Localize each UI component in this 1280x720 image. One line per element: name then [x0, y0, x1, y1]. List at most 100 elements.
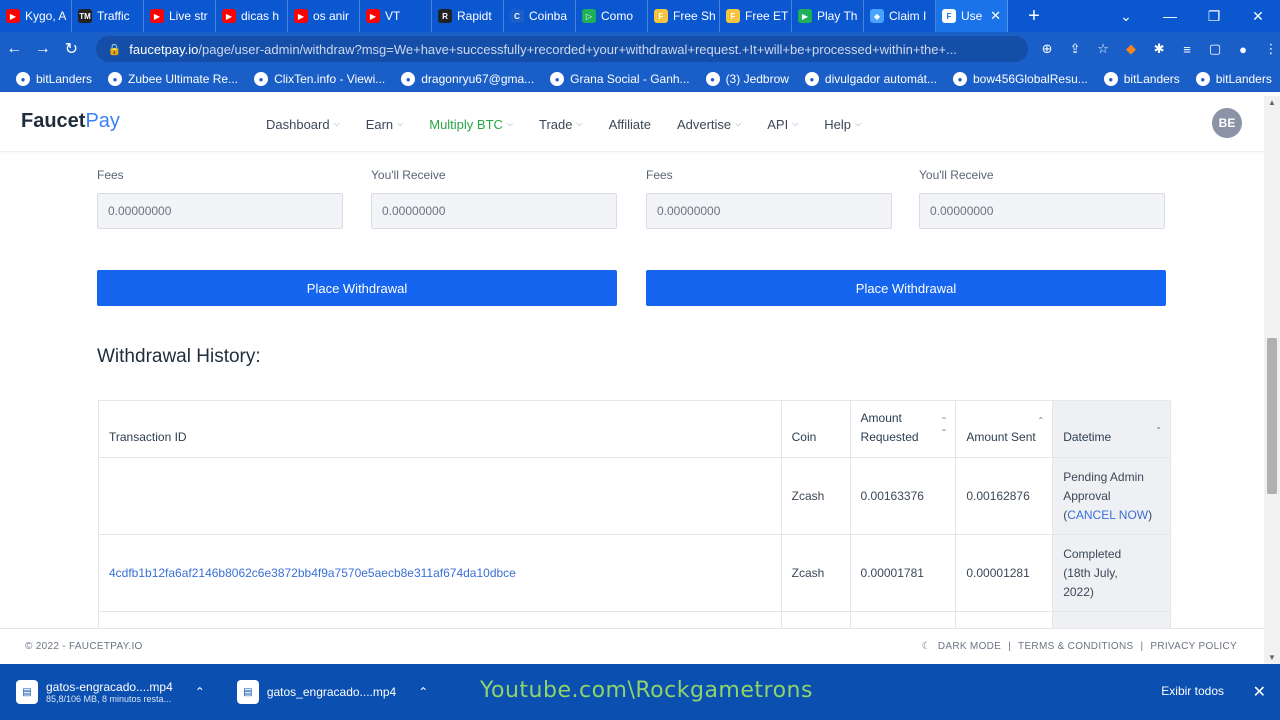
bookmark-label: Zubee Ultimate Re...	[128, 72, 239, 86]
header-coin[interactable]: Coin	[782, 401, 851, 457]
sort-desc-icon[interactable]: ⌄	[1155, 423, 1162, 431]
bookmark-favicon-icon: ●	[1195, 72, 1210, 86]
download-item-1[interactable]: ▤ gatos-engracado....mp4 85,8/106 MB, 8 …	[0, 664, 221, 720]
metamask-icon[interactable]: ◆	[1122, 40, 1140, 58]
bookmark-label: ClixTen.info - Viewi...	[274, 72, 386, 86]
browser-tab[interactable]: TM Traffic	[72, 0, 144, 32]
menu-earn[interactable]: Earn ⌵	[366, 117, 404, 132]
share-icon[interactable]: ⇪	[1066, 40, 1084, 58]
avatar[interactable]: BE	[1212, 108, 1242, 138]
left-receive-field: 0.00000000	[371, 193, 617, 229]
tab-favicon-icon: C	[510, 9, 524, 23]
right-place-withdrawal-button[interactable]: Place Withdrawal	[646, 270, 1166, 306]
bookmark-item[interactable]: ● Grana Social - Ganh...	[542, 72, 697, 86]
scroll-down-icon[interactable]: ▼	[1268, 653, 1276, 662]
chevron-up-icon[interactable]: ⌃	[418, 685, 428, 699]
privacy-link[interactable]: PRIVACY POLICY	[1150, 641, 1237, 652]
download-item-2[interactable]: ▤ gatos_engracado....mp4 ⌃	[221, 664, 444, 720]
scrollbar-thumb[interactable]	[1267, 338, 1277, 494]
dark-mode-link[interactable]: DARK MODE	[938, 641, 1001, 652]
browser-tab[interactable]: ◆ Claim I	[864, 0, 936, 32]
bookmark-favicon-icon: ●	[1103, 72, 1118, 86]
chevron-up-icon[interactable]: ⌃	[195, 685, 205, 699]
close-window-button[interactable]: ✕	[1236, 8, 1280, 25]
menu-advertise[interactable]: Advertise ⌵	[677, 117, 741, 132]
bookmark-item[interactable]: ● dragonryu67@gma...	[393, 72, 542, 86]
bookmark-item[interactable]: ● bow456GlobalResu...	[945, 72, 1096, 86]
restore-button[interactable]: ❐	[1192, 8, 1236, 25]
divider: |	[1008, 641, 1012, 652]
browser-tab[interactable]: R Rapidt	[432, 0, 504, 32]
tab-favicon-icon: R	[438, 9, 452, 23]
browser-tab[interactable]: ▶ VT	[360, 0, 432, 32]
logo-text-a: Faucet	[21, 110, 86, 132]
browser-tab[interactable]: ▶ Live str	[144, 0, 216, 32]
bookmark-item[interactable]: ● bitLanders	[1188, 72, 1280, 86]
install-icon[interactable]: ⊕	[1038, 40, 1056, 58]
menu-dashboard-label: Dashboard	[266, 116, 330, 132]
scroll-up-icon[interactable]: ▲	[1268, 98, 1276, 107]
reading-list-icon[interactable]: ≡	[1178, 40, 1196, 58]
forward-icon[interactable]: →	[29, 40, 58, 58]
row2-status-line2: (18th July,	[1063, 565, 1118, 580]
tab-search-icon[interactable]: ⌄	[1104, 8, 1148, 25]
tab-label: Traffic	[97, 9, 130, 23]
side-panel-icon[interactable]: ▢	[1206, 40, 1224, 58]
bookmark-label: bitLanders	[1215, 72, 1272, 86]
header-datetime[interactable]: Datetime ⌄	[1053, 401, 1170, 457]
header-amount-sent[interactable]: Amount Sent ⌃	[956, 401, 1054, 457]
row2-datetime: Completed (18th July, 2022)	[1053, 535, 1170, 611]
browser-menu-icon[interactable]: ⋮	[1262, 40, 1280, 58]
menu-multiply-btc[interactable]: Multiply BTC ⌵	[429, 117, 513, 132]
header-amount-sent-label: Amount Sent	[966, 430, 1036, 444]
bookmark-item[interactable]: ● bitLanders	[8, 72, 100, 86]
reload-icon[interactable]: ↻	[57, 39, 86, 59]
header-txid[interactable]: Transaction ID	[99, 401, 782, 457]
browser-tab[interactable]: F Free Sh	[648, 0, 720, 32]
bookmark-item[interactable]: ● ClixTen.info - Viewi...	[246, 72, 393, 86]
faucetpay-logo[interactable]: FaucetPay	[21, 110, 120, 133]
show-all-downloads-button[interactable]: Exibir todos	[1161, 684, 1224, 698]
extensions-icon[interactable]: ✱	[1150, 40, 1168, 58]
sort-icon[interactable]: ⌃ ⌄	[941, 417, 948, 433]
cancel-now-link[interactable]: CANCEL NOW	[1067, 508, 1148, 522]
close-tab-icon[interactable]: ✕	[990, 8, 1001, 24]
bookmark-item[interactable]: ● divulgador automát...	[797, 72, 945, 86]
browser-tab[interactable]: ▶ os anir	[288, 0, 360, 32]
bookmark-star-icon[interactable]: ☆	[1094, 40, 1112, 58]
menu-dashboard[interactable]: Dashboard ⌵	[266, 117, 340, 132]
new-tab-button[interactable]: +	[1022, 5, 1046, 28]
url-input[interactable]: 🔒 faucetpay.io /page/user-admin/withdraw…	[95, 36, 1029, 62]
browser-tab[interactable]: ▶ Kygo, A	[0, 0, 72, 32]
close-download-shelf-icon[interactable]: ✕	[1253, 682, 1266, 702]
bookmark-item[interactable]: ● Zubee Ultimate Re...	[100, 72, 246, 86]
browser-tab[interactable]: ▷ Como	[576, 0, 648, 32]
profile-icon[interactable]: ●	[1234, 40, 1252, 58]
header-amount-requested[interactable]: Amount Requested ⌃ ⌄	[851, 401, 957, 457]
row2-requested: 0.00001781	[851, 535, 957, 611]
tab-label: Kygo, A	[25, 9, 67, 23]
bookmark-item[interactable]: ● (3) Jedbrow	[698, 72, 797, 86]
minimize-button[interactable]: —	[1148, 8, 1192, 24]
row2-txid-link[interactable]: 4cdfb1b12fa6af2146b8062c6e3872bb4f9a7570…	[99, 535, 782, 611]
tab-favicon-icon: TM	[78, 9, 92, 23]
page-scrollbar[interactable]: ▲ ▼	[1264, 96, 1280, 664]
back-icon[interactable]: ←	[0, 40, 29, 58]
menu-trade[interactable]: Trade ⌵	[539, 117, 583, 132]
menu-trade-label: Trade	[539, 116, 573, 132]
browser-tab[interactable]: F Free ET	[720, 0, 792, 32]
menu-api[interactable]: API ⌵	[767, 117, 798, 132]
menu-affiliate[interactable]: Affiliate	[609, 117, 651, 132]
browser-tab[interactable]: ▶ dicas h	[216, 0, 288, 32]
logo-text-b: Pay	[85, 110, 120, 132]
menu-help[interactable]: Help ⌵	[824, 117, 861, 132]
browser-tab[interactable]: F Use ✕	[936, 0, 1008, 32]
table-row: Zcash 0.00163376 0.00162876 Pending Admi…	[99, 458, 1170, 535]
browser-tab[interactable]: ▶ Play Th	[792, 0, 864, 32]
terms-link[interactable]: TERMS & CONDITIONS	[1018, 641, 1133, 652]
browser-tab[interactable]: C Coinba	[504, 0, 576, 32]
left-place-withdrawal-button[interactable]: Place Withdrawal	[97, 270, 617, 306]
bookmark-item[interactable]: ● bitLanders	[1096, 72, 1188, 86]
chevron-down-icon: ⌵	[576, 119, 583, 128]
sort-icon[interactable]: ⌃	[1038, 417, 1045, 425]
